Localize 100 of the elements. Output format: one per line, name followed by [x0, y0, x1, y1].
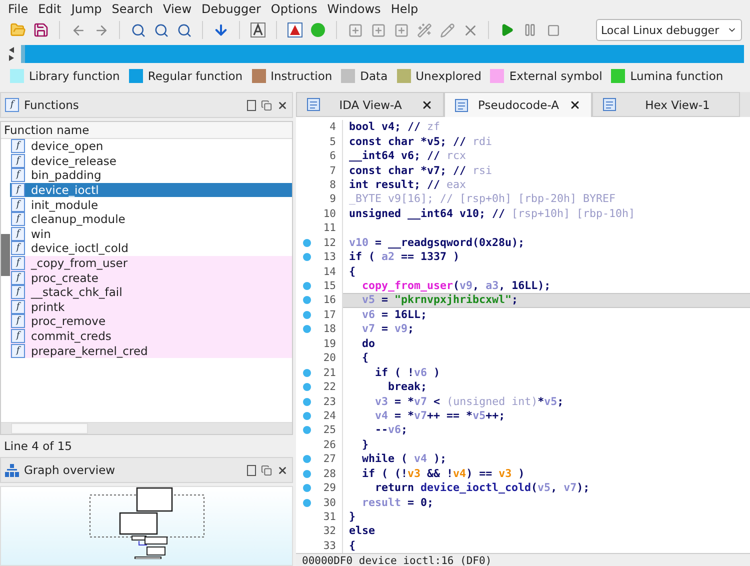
line-number: 29	[323, 482, 336, 494]
function-icon: f	[11, 285, 25, 300]
code-line: if ( (!v3 && !v4) == v3 )	[361, 466, 526, 481]
code-line: v4 = *v7++ == *v5++;	[374, 408, 506, 424]
menu-item[interactable]: View	[159, 2, 198, 16]
function-icon: f	[11, 329, 25, 344]
line-number: 17	[323, 308, 336, 321]
legend-label: Data	[360, 69, 388, 83]
maximize-icon[interactable]	[247, 100, 256, 110]
function-row[interactable]: f prepare_kernel_cred	[10, 343, 292, 358]
line-number: 21	[323, 366, 336, 379]
menu-item[interactable]: Windows	[323, 2, 387, 16]
legend-label: External symbol	[509, 69, 602, 83]
line-number: 15	[323, 280, 336, 292]
code-line: do	[361, 336, 376, 351]
menu-item[interactable]: Jump	[67, 2, 108, 16]
menu-item[interactable]: Options	[266, 2, 324, 16]
circle-icon[interactable]	[308, 20, 328, 40]
code-line: {	[361, 351, 370, 366]
function-row[interactable]: f proc_remove	[10, 314, 292, 329]
breakpoint-dot-icon[interactable]	[303, 383, 311, 392]
line-number: 7	[330, 164, 336, 177]
menu-item[interactable]: Search	[108, 2, 160, 16]
line-number: 19	[323, 338, 336, 350]
close-icon[interactable]	[277, 464, 288, 476]
code-line: const char *v7; // rsi	[348, 163, 494, 178]
graph-overview-drawing[interactable]	[88, 487, 204, 559]
line-number: 12	[323, 236, 336, 249]
code-line: _BYTE v9[16]; // [rsp+0h] [rbp-20h] BYREF	[348, 192, 617, 207]
breakpoint-dot-icon[interactable]	[303, 238, 311, 247]
maximize-icon[interactable]	[247, 464, 256, 476]
code-line: v6 = 16LL;	[361, 308, 428, 322]
restore-icon[interactable]	[261, 464, 272, 476]
breakpoint-dot-icon[interactable]	[303, 455, 311, 464]
line-number: 10	[323, 208, 336, 220]
code-line: break;	[387, 380, 428, 394]
close-icon[interactable]	[421, 98, 433, 110]
pane-title: Functions	[24, 98, 80, 112]
line-number: 22	[323, 381, 336, 394]
line-number: 23	[323, 396, 336, 408]
column-header[interactable]: Function name	[1, 122, 292, 139]
code-line: {	[348, 538, 357, 553]
code-line: else	[348, 524, 376, 539]
function-row[interactable]: f printk	[10, 300, 292, 314]
line-number: 8	[330, 178, 336, 191]
line-number: 4	[330, 121, 336, 134]
restore-icon[interactable]	[261, 100, 272, 110]
debugger-select[interactable]: Local Linux debugger	[596, 19, 742, 41]
breakpoint-dot-icon[interactable]	[303, 498, 311, 507]
tab[interactable]: Pseudocode-A	[444, 92, 592, 117]
menu-item[interactable]: Help	[386, 2, 424, 16]
function-row[interactable]: f _copy_from_user	[10, 256, 292, 270]
line-number: 14	[323, 266, 336, 278]
scroll-arrows-icon[interactable]	[8, 46, 15, 62]
tab[interactable]: IDA View-A	[296, 92, 444, 117]
breakpoint-dot-icon[interactable]	[303, 398, 311, 406]
menu-item[interactable]: Debugger	[198, 2, 267, 16]
function-icon: f	[11, 300, 25, 314]
legend-label: Lumina function	[630, 69, 724, 83]
function-row[interactable]: f __stack_chk_fail	[10, 284, 292, 300]
breakpoint-dot-icon[interactable]	[303, 368, 311, 377]
status-text: 00000DF0 device_ioctl:16 (DF0)	[296, 553, 750, 566]
function-icon: f	[11, 168, 25, 182]
horizontal-scrollbar[interactable]	[1, 422, 292, 434]
menu-item[interactable]: Edit	[34, 2, 68, 16]
text-icon[interactable]	[248, 20, 268, 40]
code-line: result = 0;	[361, 495, 435, 510]
breakpoint-dot-icon[interactable]	[303, 412, 311, 420]
warning-icon[interactable]	[285, 20, 305, 40]
function-row[interactable]: f proc_create	[10, 270, 292, 285]
close-icon[interactable]	[569, 99, 581, 111]
code-line: v3 = *v7 < (unsigned int)*v5;	[374, 394, 565, 409]
line-number: 30	[323, 496, 336, 509]
breakpoint-dot-icon[interactable]	[303, 296, 311, 304]
function-row[interactable]: f commit_creds	[10, 328, 292, 344]
legend-label: Regular function	[148, 69, 243, 83]
function-icon: f	[11, 183, 25, 198]
breakpoint-dot-icon[interactable]	[303, 426, 311, 434]
menu-item[interactable]: File	[4, 2, 34, 16]
side-handle[interactable]	[1, 234, 10, 276]
breakpoint-dot-icon[interactable]	[303, 470, 311, 478]
line-number: 6	[330, 150, 336, 162]
document-icon	[307, 98, 320, 111]
breakpoint-dot-icon[interactable]	[303, 325, 311, 334]
function-icon: f	[11, 139, 25, 154]
code-line: while ( v4 );	[361, 452, 448, 466]
tab[interactable]: Hex View-1	[592, 92, 740, 117]
code-line: --v6;	[374, 423, 409, 438]
breakpoint-dot-icon[interactable]	[303, 484, 311, 492]
code-line: if ( a2 == 1337 )	[348, 250, 461, 264]
breakpoint-dot-icon[interactable]	[303, 310, 311, 319]
graph-icon	[5, 464, 19, 476]
line-number: 11	[323, 222, 336, 234]
code-line: copy_from_user(v9, a3, 16LL);	[361, 278, 552, 294]
breakpoint-dot-icon[interactable]	[303, 253, 311, 262]
function-row[interactable]: f device_ioctl	[10, 182, 292, 198]
code-line: bool v4; // zf	[348, 120, 442, 134]
line-number: 32	[323, 525, 336, 538]
breakpoint-dot-icon[interactable]	[303, 282, 311, 290]
close-icon[interactable]	[277, 100, 288, 110]
